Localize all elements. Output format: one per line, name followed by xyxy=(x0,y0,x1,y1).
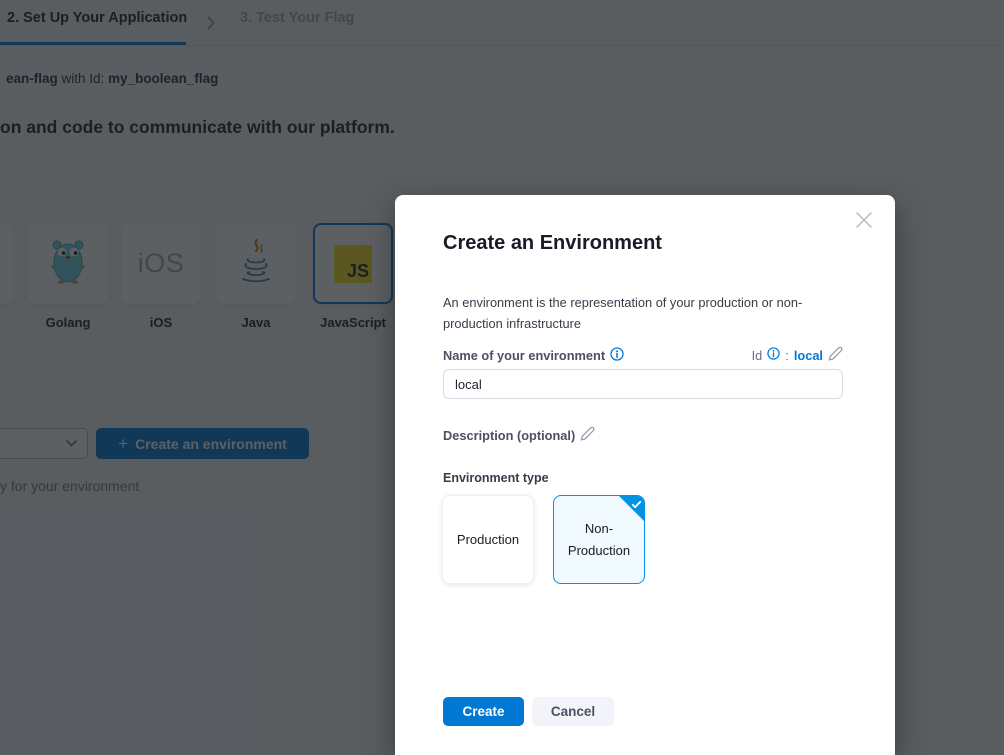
id-separator: : xyxy=(785,348,789,363)
id-prefix: Id xyxy=(752,348,763,363)
env-type-card-production[interactable]: Production xyxy=(442,495,534,584)
create-button[interactable]: Create xyxy=(443,697,524,726)
page-root: 2. Set Up Your Application 3. Test Your … xyxy=(0,0,1004,755)
check-icon xyxy=(630,498,643,511)
modal-actions: Create Cancel xyxy=(443,697,614,726)
description-label-row: Description (optional) xyxy=(443,426,595,444)
environment-name-input[interactable] xyxy=(443,369,843,399)
name-label-row: Name of your environment Id : local xyxy=(443,346,843,364)
environment-id-value: local xyxy=(794,348,823,363)
environment-type-cards: Production Non-Production xyxy=(442,495,645,584)
info-icon[interactable] xyxy=(767,347,780,363)
environment-name-label: Name of your environment xyxy=(443,347,624,364)
modal-title: Create an Environment xyxy=(443,232,662,255)
environment-type-label: Environment type xyxy=(443,471,549,485)
env-type-card-non-production[interactable]: Non-Production xyxy=(553,495,645,584)
edit-pencil-icon[interactable] xyxy=(580,426,595,444)
env-type-non-production-label: Non-Production xyxy=(562,518,636,562)
close-icon[interactable] xyxy=(855,211,873,229)
edit-pencil-icon[interactable] xyxy=(828,346,843,364)
environment-name-label-text: Name of your environment xyxy=(443,348,605,363)
description-optional-label-text: Description (optional) xyxy=(443,428,575,443)
modal-description: An environment is the representation of … xyxy=(443,292,849,334)
description-optional-label: Description (optional) xyxy=(443,426,595,444)
environment-id-group: Id : local xyxy=(752,346,843,364)
info-icon[interactable] xyxy=(610,347,624,364)
env-type-production-label: Production xyxy=(451,529,525,551)
cancel-button[interactable]: Cancel xyxy=(532,697,614,726)
create-environment-modal: Create an Environment An environment is … xyxy=(395,195,895,755)
